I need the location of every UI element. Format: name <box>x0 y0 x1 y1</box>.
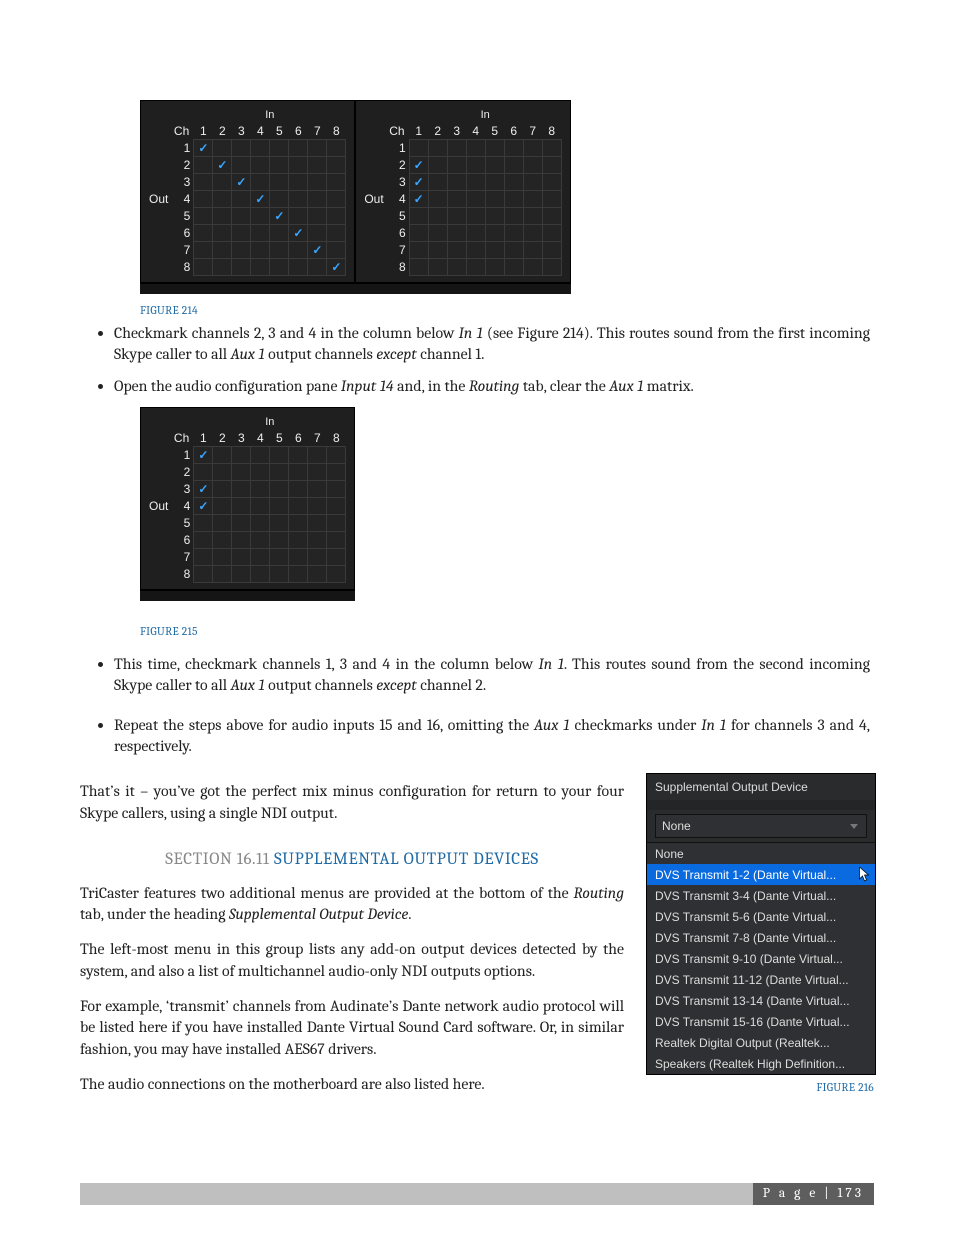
figure-216-caption: FIGURE 216 <box>646 1081 874 1094</box>
sod-option[interactable]: DVS Transmit 11-12 (Dante Virtual... <box>647 969 875 990</box>
page-number: P a g e | 173 <box>753 1183 874 1205</box>
paragraph-5: The audio connections on the motherboard… <box>80 1074 624 1095</box>
figure-215: InCh123456781✓23✓Out4✓5678 <box>140 407 874 605</box>
sod-option[interactable]: DVS Transmit 7-8 (Dante Virtual... <box>647 927 875 948</box>
sod-option[interactable]: DVS Transmit 1-2 (Dante Virtual... <box>647 864 875 885</box>
bullet-1: Checkmark channels 2, 3 and 4 in the col… <box>114 323 874 366</box>
sod-option[interactable]: None <box>647 843 875 864</box>
sod-option[interactable]: Speakers (Realtek High Definition... <box>647 1053 875 1074</box>
sod-option[interactable]: DVS Transmit 13-14 (Dante Virtual... <box>647 990 875 1011</box>
bullet-3: This time, checkmark channels 1, 3 and 4… <box>114 654 874 697</box>
sod-option[interactable]: Realtek Digital Output (Realtek... <box>647 1032 875 1053</box>
routing-matrix-single: InCh123456781✓23✓Out4✓5678 <box>140 407 355 590</box>
supplemental-output-device-panel: Supplemental Output Device None NoneDVS … <box>646 773 876 1075</box>
figure-215-caption: FIGURE 215 <box>140 625 874 638</box>
page-footer: P a g e | 173 <box>80 1183 874 1205</box>
sod-selected-value: None <box>662 819 691 833</box>
sod-option[interactable]: DVS Transmit 9-10 (Dante Virtual... <box>647 948 875 969</box>
routing-matrix-left: InCh123456781✓2✓3✓Out4✓5✓6✓7✓8✓ <box>140 100 355 283</box>
paragraph-2: TriCaster features two additional menus … <box>80 883 624 926</box>
routing-matrix-right: InCh1234567812✓3✓Out4✓5678 <box>355 100 570 283</box>
figure-214: InCh123456781✓2✓3✓Out4✓5✓6✓7✓8✓ InCh1234… <box>140 100 874 294</box>
paragraph-mixminus: That’s it – you’ve got the perfect mix m… <box>80 781 624 824</box>
sod-title: Supplemental Output Device <box>647 774 875 810</box>
paragraph-4: For example, ‘transmit’ channels from Au… <box>80 996 624 1060</box>
sod-option[interactable]: DVS Transmit 3-4 (Dante Virtual... <box>647 885 875 906</box>
bullet-4: Repeat the steps above for audio inputs … <box>114 715 874 758</box>
cursor-icon <box>859 867 872 885</box>
bullet-2: Open the audio configuration pane Input … <box>114 376 874 397</box>
sod-option[interactable]: DVS Transmit 15-16 (Dante Virtual... <box>647 1011 875 1032</box>
paragraph-3: The left-most menu in this group lists a… <box>80 939 624 982</box>
sod-dropdown[interactable]: None <box>655 814 867 838</box>
figure-214-caption: FIGURE 214 <box>140 304 874 317</box>
sod-option[interactable]: DVS Transmit 5-6 (Dante Virtual... <box>647 906 875 927</box>
section-heading: SECTION 16.11 SUPPLEMENTAL OUTPUT DEVICE… <box>80 850 624 869</box>
sod-option-list: NoneDVS Transmit 1-2 (Dante Virtual...DV… <box>647 842 875 1074</box>
